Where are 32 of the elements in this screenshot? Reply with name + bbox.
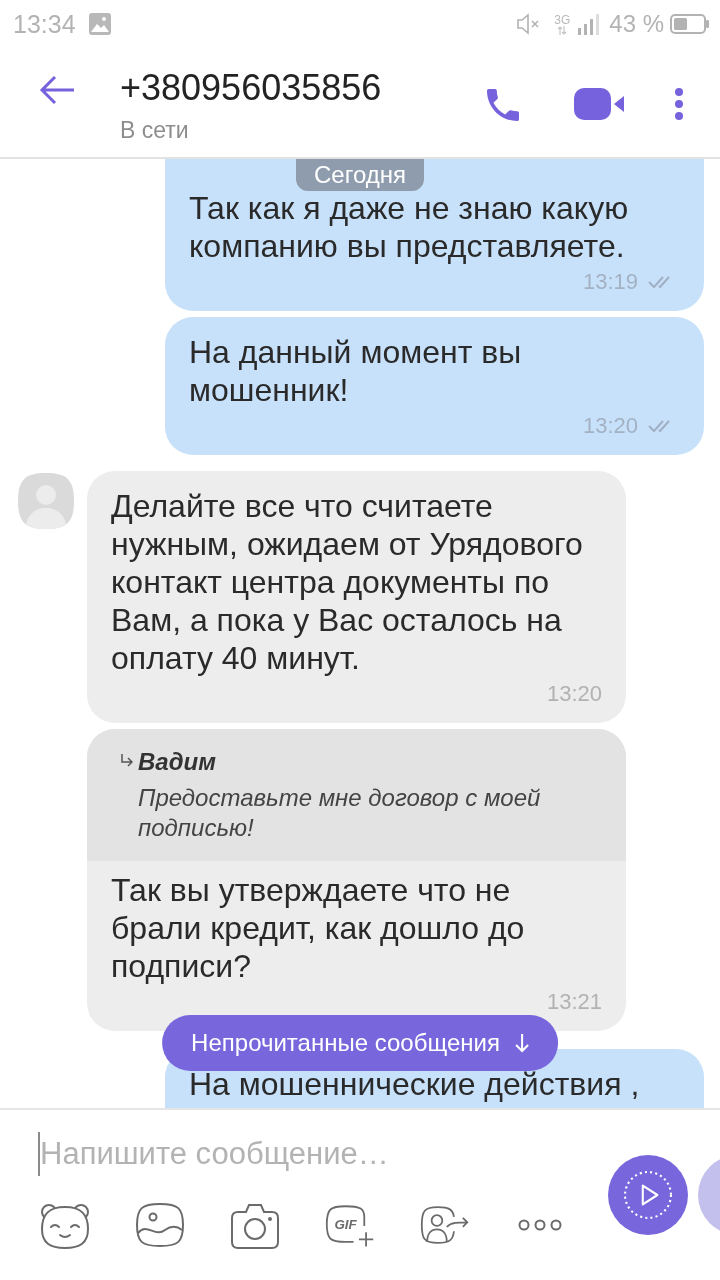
message-input[interactable]: Напишите сообщение… (38, 1132, 578, 1176)
quote-text: Предоставьте мне договор с моей подписью! (138, 783, 541, 843)
message-text: На данный момент вы мошенник! (189, 333, 523, 409)
gallery-icon[interactable] (135, 1200, 185, 1250)
message-time: 13:19 (582, 271, 638, 293)
play-icon (624, 1171, 672, 1219)
battery-percent: 43 % (609, 10, 664, 38)
message-time: 13:21 (546, 991, 602, 1013)
arrow-down-icon (513, 1033, 530, 1053)
unread-messages-button[interactable]: Непрочитанные сообщения (162, 1015, 558, 1071)
back-arrow-icon[interactable] (39, 75, 75, 105)
quoted-message[interactable]: Вадим Предоставьте мне договор с моей подписью! (87, 729, 626, 861)
network-type: 3G (554, 13, 571, 26)
online-status: В сети (120, 116, 189, 144)
message-text: Делайте все что считаете нужным, ожидаем от Урядового контакт центра документы по Вам, а пока у Вас осталось на оплату 40 минут. (111, 487, 584, 677)
date-chip: Сегодня (296, 159, 424, 191)
more-icon[interactable] (673, 88, 685, 120)
message-time: 13:20 (546, 683, 602, 705)
data-arrows-icon (557, 25, 568, 35)
message-text: Так как я даже не знаю какую компанию вы представляете. (189, 189, 630, 265)
reply-arrow-icon (120, 754, 133, 768)
signal-icon (577, 13, 602, 35)
battery-icon (670, 14, 710, 34)
contact-name: +380956035856 (120, 67, 382, 109)
image-notification-icon (87, 12, 112, 36)
message-text: Так вы утверждаете что не брали кредит, как дошло до подписи? (111, 871, 526, 985)
video-camera-icon[interactable] (574, 88, 624, 120)
phone-icon[interactable] (487, 89, 519, 121)
quote-author: Вадим (138, 747, 217, 777)
message-time: 13:20 (582, 415, 638, 437)
clock-time: 13:34 (13, 10, 76, 38)
mute-icon (517, 13, 542, 35)
